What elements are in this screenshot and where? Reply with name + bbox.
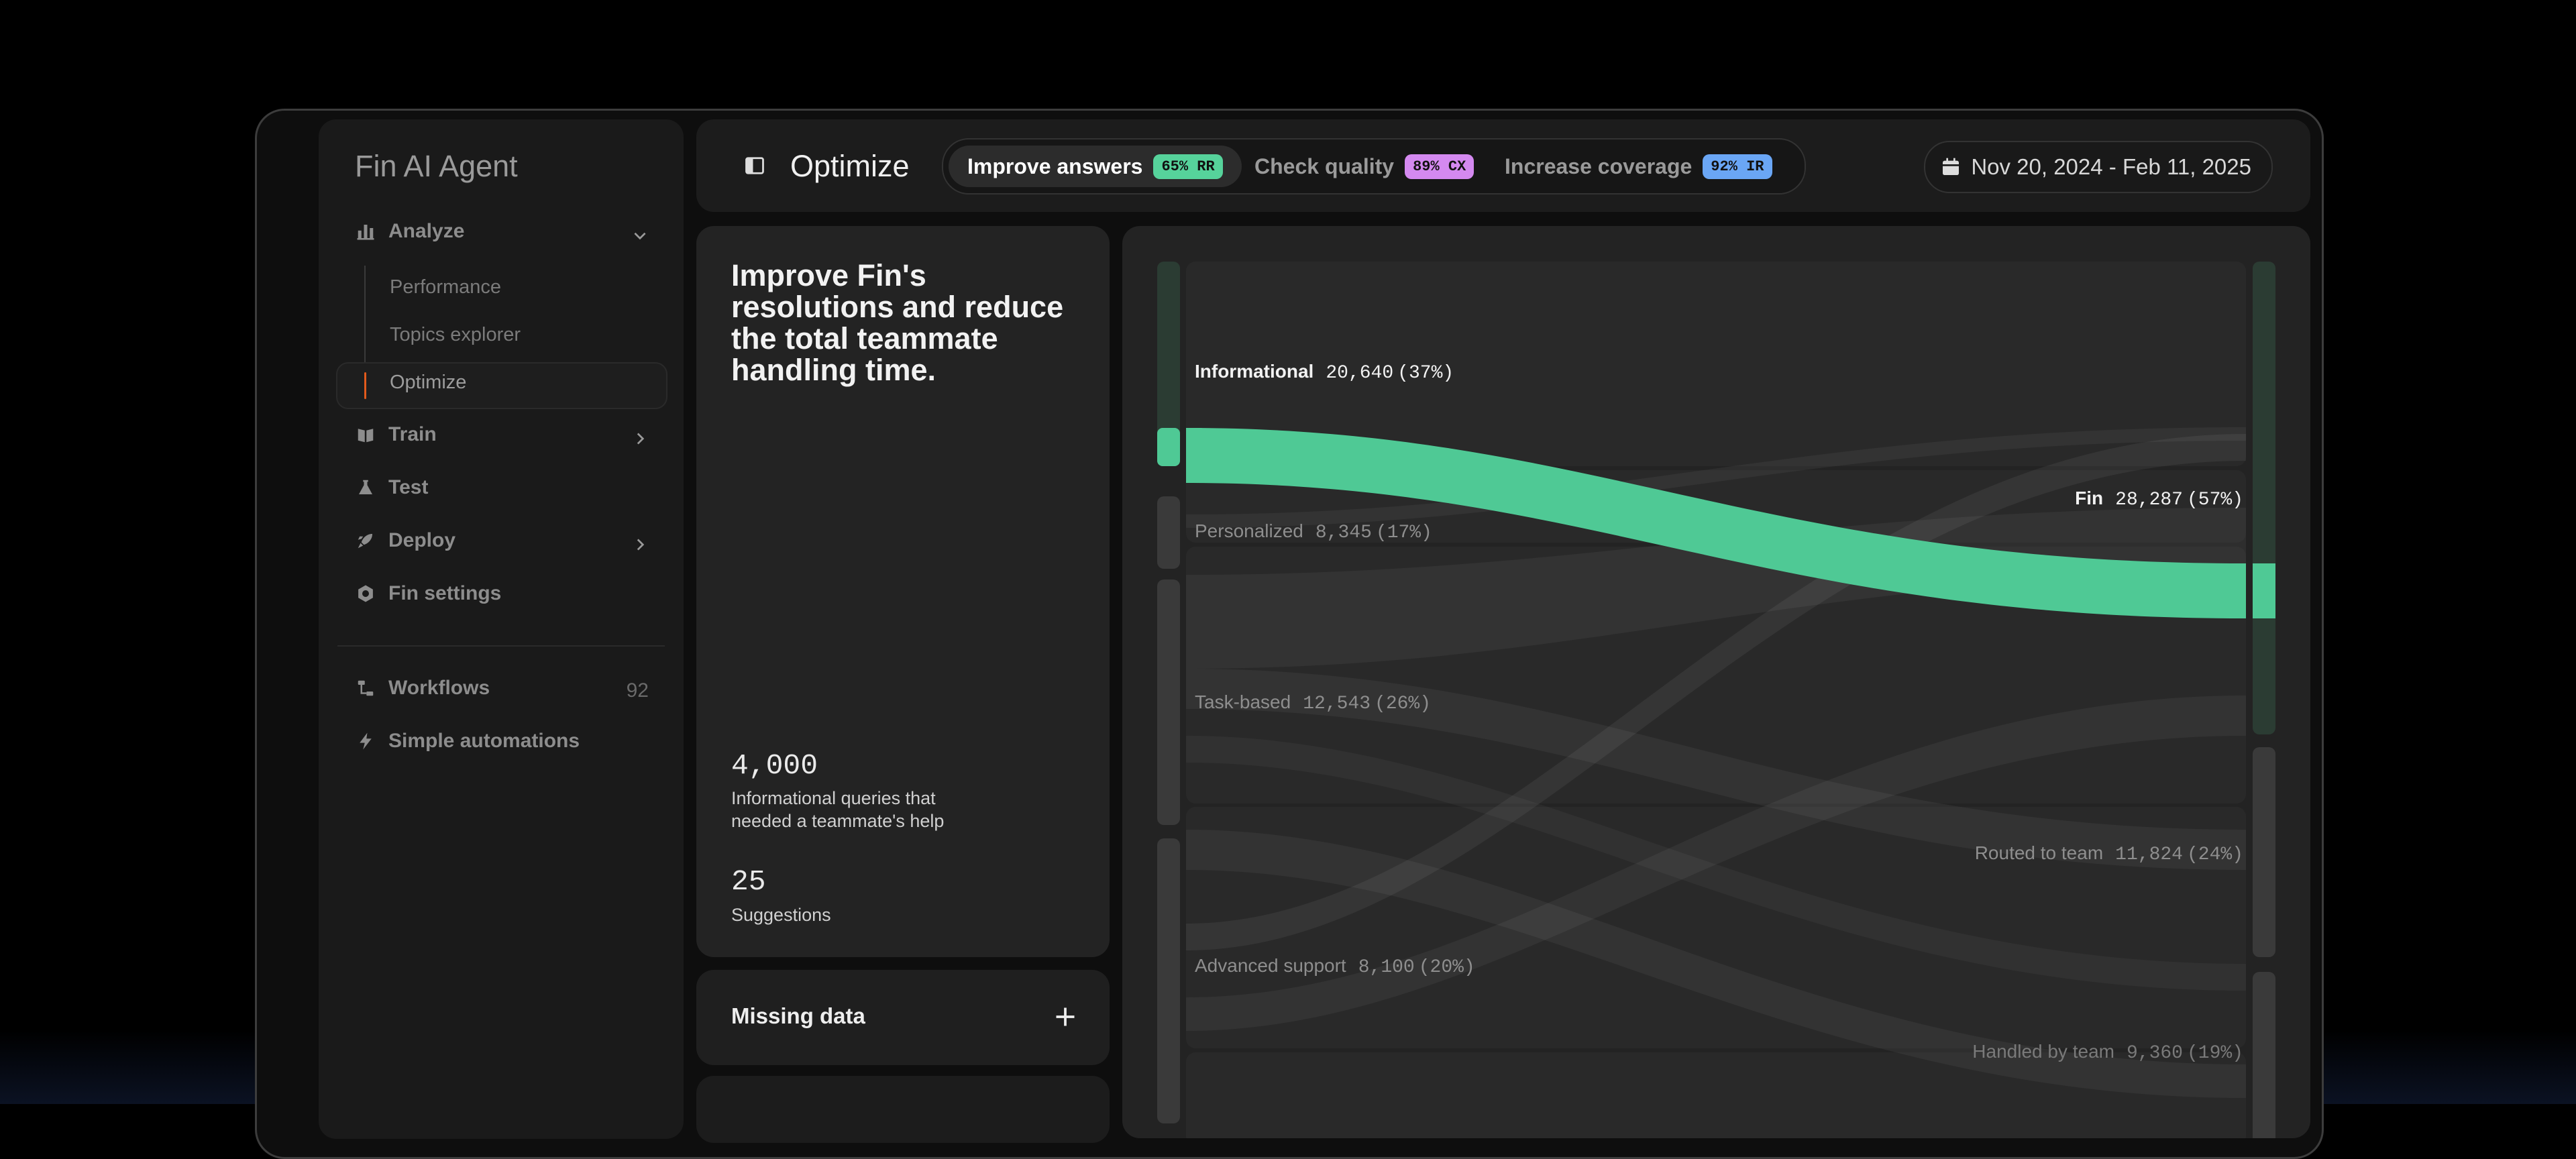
tab-increase-coverage[interactable]: Increase coverage 92% IR (1486, 146, 1791, 187)
header-bar: Optimize Improve answers 65% RR Check qu… (696, 119, 2310, 212)
nav-fin-settings-label: Fin settings (388, 582, 502, 604)
book-icon (355, 424, 376, 445)
workflows-count: 92 (626, 679, 649, 702)
chevron-right-icon[interactable] (631, 430, 649, 447)
nav-train-label: Train (388, 423, 437, 445)
tab-check-quality[interactable]: Check quality 89% CX (1236, 146, 1493, 187)
source-name: Personalized (1195, 520, 1303, 541)
nav-fin-settings[interactable]: Fin settings (355, 582, 501, 605)
label-advanced-support: Advanced support 8,100 (20%) (1195, 955, 1475, 978)
active-indicator (364, 372, 366, 399)
node-fin[interactable] (2253, 262, 2275, 734)
summary-headline: Improve Fin's resolutions and reduce the… (731, 258, 1064, 387)
label-informational: Informational 20,640 (37%) (1195, 361, 1454, 384)
sub-item-topics-explorer[interactable]: Topics explorer (390, 324, 521, 346)
rr-badge: 65% RR (1153, 154, 1223, 179)
cx-badge: 89% CX (1405, 154, 1474, 179)
node-informational-highlight (1157, 428, 1180, 466)
workflow-icon (355, 677, 376, 699)
lightning-icon (355, 730, 376, 752)
nav-simple-automations[interactable]: Simple automations (355, 730, 580, 753)
stat-suggestions-label: Suggestions (731, 905, 831, 925)
tab-label: Improve answers (967, 154, 1143, 178)
source-percent: (37%) (1397, 363, 1454, 384)
tab-group: Improve answers 65% RR Check quality 89%… (942, 138, 1806, 195)
source-value: 20,640 (1326, 363, 1394, 384)
target-value: 11,824 (2115, 844, 2183, 865)
tab-label: Check quality (1254, 154, 1395, 178)
node-task-based[interactable] (1157, 580, 1180, 825)
label-fin: Fin 28,287 (57%) (2075, 488, 2243, 510)
nav-analyze-label: Analyze (388, 220, 465, 242)
chevron-down-icon[interactable] (631, 227, 649, 244)
missing-data-label: Missing data (731, 1003, 865, 1028)
flask-icon (355, 477, 376, 498)
divider (337, 645, 665, 647)
target-percent: (57%) (2186, 490, 2243, 510)
node-routed[interactable] (2253, 747, 2275, 957)
stat-queries-label: Informational queries that needed a team… (731, 788, 945, 831)
sub-item-optimize-active[interactable] (336, 362, 667, 409)
target-value: 28,287 (2115, 490, 2183, 510)
next-card (696, 1076, 1110, 1143)
target-name: Fin (2075, 488, 2104, 508)
nav-train[interactable]: Train (355, 423, 437, 446)
source-name: Task-based (1195, 692, 1291, 712)
settings-icon (355, 583, 376, 604)
source-percent: (20%) (1418, 957, 1475, 978)
tab-label: Increase coverage (1505, 154, 1693, 178)
highlight-flow-start (1186, 428, 1206, 483)
summary-card: Improve Fin's resolutions and reduce the… (696, 226, 1110, 957)
stat-queries-value: 4,000 (731, 749, 818, 782)
page-title: Optimize (790, 149, 910, 183)
source-value: 8,100 (1358, 957, 1415, 978)
plus-icon[interactable] (1053, 1005, 1077, 1029)
nav-simple-automations-label: Simple automations (388, 730, 580, 752)
nav-workflows-label: Workflows (388, 677, 490, 699)
source-percent: (26%) (1375, 694, 1432, 714)
ir-badge: 92% IR (1703, 154, 1772, 179)
bar-chart-icon (355, 221, 376, 242)
source-name: Informational (1195, 361, 1314, 382)
source-value: 12,543 (1303, 694, 1371, 714)
label-task-based: Task-based 12,543 (26%) (1195, 692, 1431, 714)
label-personalized: Personalized 8,345 (17%) (1195, 520, 1432, 543)
label-handled: Handled by team 9,360 (19%) (1972, 1041, 2243, 1064)
target-value: 9,360 (2126, 1043, 2183, 1064)
nav-workflows[interactable]: Workflows (355, 677, 490, 700)
source-percent: (17%) (1375, 522, 1432, 543)
node-advanced-support[interactable] (1157, 838, 1180, 1123)
sankey-chart-card: Informational 20,640 (37%) Personalized 8,3… (1122, 226, 2310, 1138)
sub-item-optimize[interactable]: Optimize (390, 372, 466, 394)
target-name: Handled by team (1972, 1041, 2114, 1062)
target-name: Routed to team (1974, 842, 2104, 863)
stat-suggestions-value: 25 (731, 865, 766, 898)
node-handled[interactable] (2253, 972, 2275, 1138)
target-percent: (24%) (2186, 844, 2243, 865)
source-name: Advanced support (1195, 955, 1346, 976)
source-value: 8,345 (1315, 522, 1372, 543)
label-routed: Routed to team 11,824 (24%) (1975, 842, 2243, 865)
target-percent: (19%) (2186, 1043, 2243, 1064)
date-range-text: Nov 20, 2024 - Feb 11, 2025 (1971, 154, 2251, 179)
sub-item-performance[interactable]: Performance (390, 276, 501, 298)
missing-data-card[interactable]: Missing data (696, 970, 1110, 1065)
date-range-picker[interactable]: Nov 20, 2024 - Feb 11, 2025 (1924, 141, 2273, 193)
brand-title: Fin AI Agent (355, 149, 518, 183)
nav-test-label: Test (388, 476, 429, 498)
tab-improve-answers[interactable]: Improve answers 65% RR (949, 146, 1242, 187)
sidebar-toggle-icon[interactable] (745, 156, 765, 176)
chevron-right-icon[interactable] (631, 536, 649, 553)
nav-deploy-label: Deploy (388, 529, 456, 551)
node-personalized[interactable] (1157, 496, 1180, 569)
rocket-icon (355, 530, 376, 551)
node-fin-highlight (2253, 563, 2275, 618)
sidebar: Fin AI Agent Analyze Performance Topics … (319, 119, 684, 1139)
nav-deploy[interactable]: Deploy (355, 529, 455, 552)
nav-analyze[interactable]: Analyze (355, 220, 464, 243)
calendar-icon (1943, 158, 1960, 175)
nav-test[interactable]: Test (355, 476, 428, 499)
